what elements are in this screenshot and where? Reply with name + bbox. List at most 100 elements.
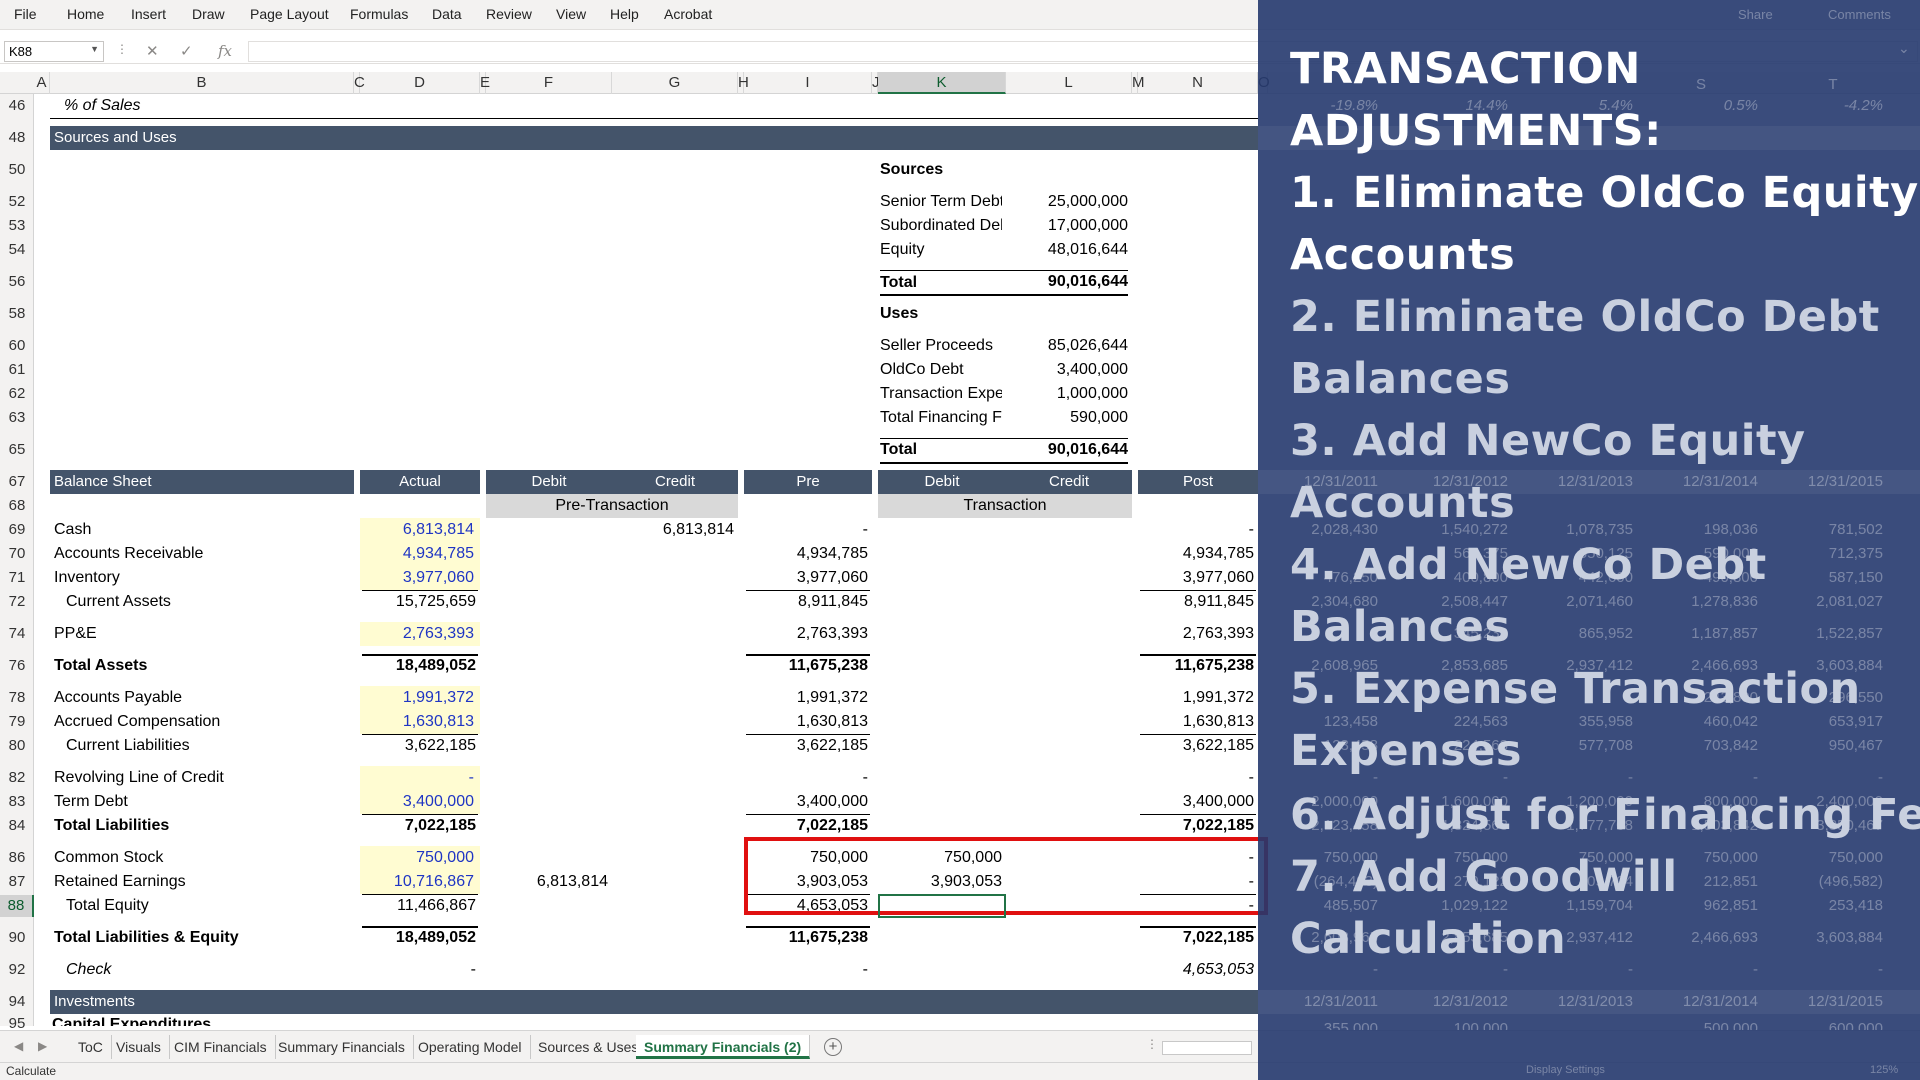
line-label[interactable]: Total Equity — [52, 894, 350, 918]
row-header-58[interactable]: 58 — [0, 303, 34, 325]
pre-value[interactable]: 11,675,238 — [746, 926, 868, 950]
actual-value[interactable]: 7,022,185 — [362, 814, 476, 838]
txn-debit-value[interactable] — [880, 518, 1002, 542]
txn-debit-value[interactable] — [880, 710, 1002, 734]
pre-debit-value[interactable] — [488, 566, 608, 590]
row-header-82[interactable]: 82 — [0, 767, 34, 789]
row-header-52[interactable]: 52 — [0, 191, 34, 213]
sheet-tab-toc[interactable]: ToC — [70, 1035, 112, 1059]
pre-credit-value[interactable] — [614, 542, 734, 566]
sources-value[interactable]: 48,016,644 — [1008, 238, 1128, 262]
uses-value[interactable]: 3,400,000 — [1008, 358, 1128, 382]
actual-value[interactable]: 1,991,372 — [360, 686, 480, 710]
line-label[interactable]: Accounts Receivable — [52, 542, 350, 566]
txn-credit-column-header[interactable]: Credit — [1006, 470, 1132, 494]
txn-debit-value[interactable] — [880, 590, 1002, 614]
pre-value[interactable]: 3,400,000 — [746, 790, 868, 814]
uses-label[interactable]: OldCo Debt — [880, 358, 1002, 382]
txn-credit-value[interactable] — [1008, 622, 1128, 646]
txn-credit-value[interactable] — [1008, 958, 1128, 982]
capex-label[interactable]: Capital Expenditures — [52, 1012, 350, 1026]
pre-credit-value[interactable] — [614, 870, 734, 894]
txn-credit-value[interactable] — [1008, 518, 1128, 542]
pre-debit-column-header[interactable]: Debit — [486, 470, 612, 494]
sheet-tab-cim-financials[interactable]: CIM Financials — [166, 1035, 276, 1059]
line-label[interactable]: PP&E — [52, 622, 350, 646]
menu-page-layout[interactable]: Page Layout — [250, 6, 329, 22]
pre-credit-value[interactable] — [614, 710, 734, 734]
txn-debit-value[interactable] — [880, 686, 1002, 710]
menu-view[interactable]: View — [556, 6, 586, 22]
line-label[interactable]: Check — [52, 958, 350, 982]
post-value[interactable]: 8,911,845 — [1140, 590, 1254, 614]
pre-value[interactable]: - — [746, 958, 868, 982]
sources-label[interactable]: Equity — [880, 238, 1002, 262]
uses-value[interactable]: 85,026,644 — [1008, 334, 1128, 358]
row-header-60[interactable]: 60 — [0, 335, 34, 357]
row-header-84[interactable]: 84 — [0, 815, 34, 837]
pre-debit-value[interactable] — [488, 894, 608, 918]
txn-credit-value[interactable] — [1008, 790, 1128, 814]
line-label[interactable]: Total Liabilities & Equity — [52, 926, 350, 950]
pre-credit-value[interactable] — [614, 766, 734, 790]
column-header-f[interactable]: F — [486, 72, 612, 94]
post-value[interactable]: 1,630,813 — [1140, 710, 1254, 734]
pre-credit-value[interactable] — [614, 734, 734, 758]
actual-value[interactable]: 4,934,785 — [360, 542, 480, 566]
line-label[interactable]: Cash — [52, 518, 350, 542]
pre-credit-value[interactable] — [614, 654, 734, 678]
pre-value[interactable]: 3,977,060 — [746, 566, 868, 590]
enter-icon[interactable]: ✓ — [180, 42, 193, 60]
sources-total-value[interactable]: 90,016,644 — [1008, 270, 1128, 294]
actual-value[interactable]: 3,977,060 — [360, 566, 480, 590]
line-label[interactable]: Total Liabilities — [52, 814, 350, 838]
line-label[interactable]: Inventory — [52, 566, 350, 590]
row-header-79[interactable]: 79 — [0, 711, 34, 733]
menu-draw[interactable]: Draw — [192, 6, 225, 22]
pre-debit-value[interactable] — [488, 766, 608, 790]
txn-debit-value[interactable] — [880, 958, 1002, 982]
row-header-88[interactable]: 88 — [0, 895, 34, 917]
more-options-icon[interactable]: ⋮ — [116, 42, 128, 56]
line-label[interactable]: Term Debt — [52, 790, 350, 814]
sources-label[interactable]: Senior Term Debt — [880, 190, 1002, 214]
column-header-i[interactable]: I — [744, 72, 872, 94]
pre-debit-value[interactable] — [488, 590, 608, 614]
uses-total-label[interactable]: Total — [880, 438, 1002, 462]
txn-credit-value[interactable] — [1008, 710, 1128, 734]
txn-debit-value[interactable] — [880, 654, 1002, 678]
row-header-54[interactable]: 54 — [0, 239, 34, 261]
row-header-70[interactable]: 70 — [0, 543, 34, 565]
txn-debit-value[interactable] — [880, 814, 1002, 838]
row-header-78[interactable]: 78 — [0, 687, 34, 709]
actual-value[interactable]: 10,716,867 — [360, 870, 480, 894]
scroll-left-icon[interactable]: ◀ — [14, 1039, 23, 1053]
txn-credit-value[interactable] — [1008, 566, 1128, 590]
pre-value[interactable]: 1,991,372 — [746, 686, 868, 710]
name-box[interactable]: K88 ▼ — [4, 41, 104, 62]
sources-value[interactable]: 17,000,000 — [1008, 214, 1128, 238]
uses-total-value[interactable]: 90,016,644 — [1008, 438, 1128, 462]
txn-debit-value[interactable] — [880, 542, 1002, 566]
pre-debit-value[interactable] — [488, 710, 608, 734]
post-value[interactable]: - — [1140, 766, 1254, 790]
row-header-62[interactable]: 62 — [0, 383, 34, 405]
row-header-50[interactable]: 50 — [0, 159, 34, 181]
pre-value[interactable]: 11,675,238 — [746, 654, 868, 678]
txn-credit-value[interactable] — [1008, 926, 1128, 950]
cancel-icon[interactable]: ✕ — [146, 42, 159, 60]
txn-credit-value[interactable] — [1008, 686, 1128, 710]
row-header-87[interactable]: 87 — [0, 871, 34, 893]
pre-debit-value[interactable] — [488, 518, 608, 542]
column-header-n[interactable]: N — [1138, 72, 1258, 94]
pre-debit-value[interactable] — [488, 654, 608, 678]
column-header-l[interactable]: L — [1006, 72, 1132, 94]
sources-label[interactable]: Subordinated Debt — [880, 214, 1002, 238]
pre-credit-value[interactable] — [614, 894, 734, 918]
pre-value[interactable]: - — [746, 518, 868, 542]
pre-credit-value[interactable] — [614, 686, 734, 710]
comments-button[interactable]: Comments — [1828, 7, 1891, 22]
actual-value[interactable]: 2,763,393 — [360, 622, 480, 646]
row-header-72[interactable]: 72 — [0, 591, 34, 613]
row-header-74[interactable]: 74 — [0, 623, 34, 645]
